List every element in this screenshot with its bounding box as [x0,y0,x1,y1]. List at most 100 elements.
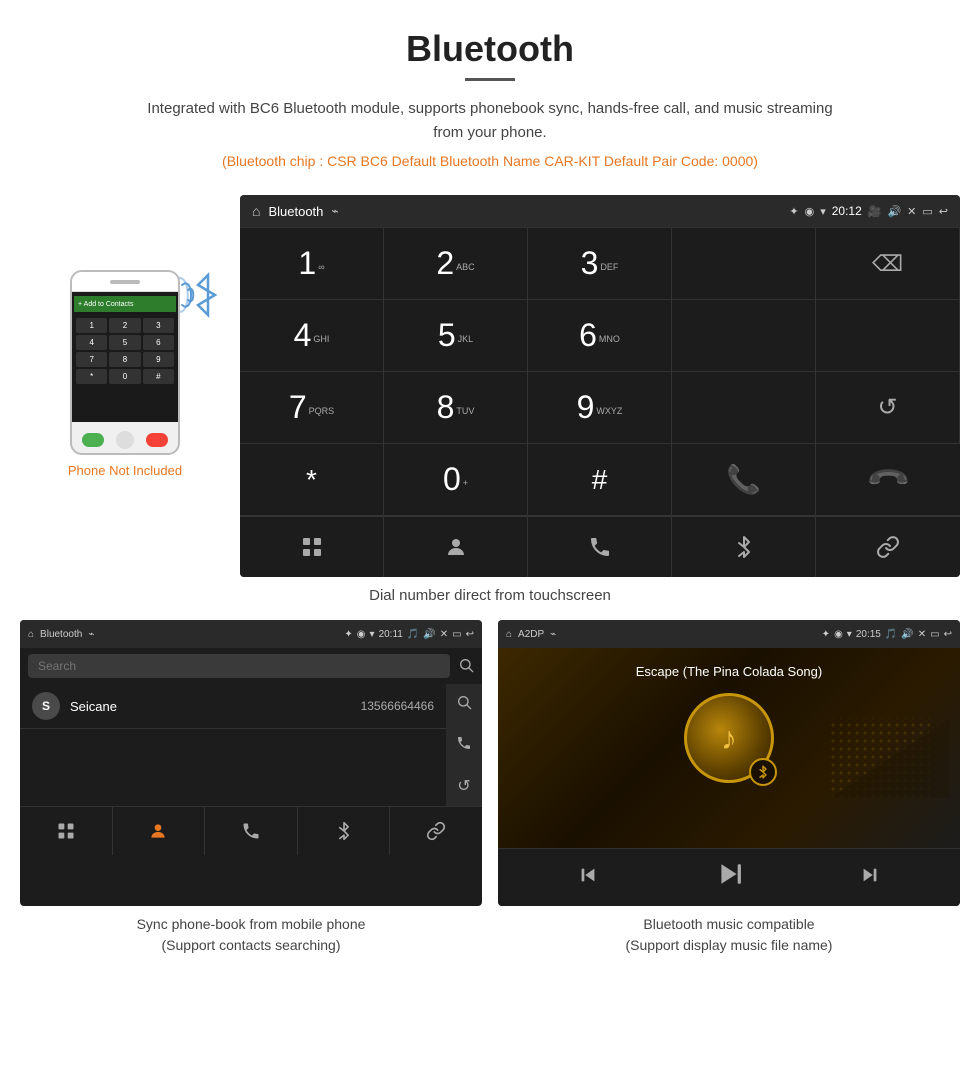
dial-end-btn[interactable]: 📞 [816,444,960,516]
page-description: Integrated with BC6 Bluetooth module, su… [140,97,840,145]
phone-icon [588,535,612,559]
dial-cell-empty-4 [672,372,816,444]
home-icon[interactable]: ⌂ [252,203,260,219]
music-play-pause-btn[interactable] [716,861,742,894]
phonebook-screen: ⌂ Bluetooth ⌁ ✦ ◉ ▾ 20:11 🎵 🔊 ✕ ▭ ↩ [20,620,482,906]
pb-contact-row[interactable]: S Seicane 13566664466 [20,684,446,729]
pb-right-search-icon[interactable] [456,694,472,715]
dialpad-grid: 1∞ 2ABC 3DEF ⌫ 4GHI 5JKL 6MNO [240,227,960,516]
usb-icon: ⌁ [331,204,338,218]
dial-key-6[interactable]: 6MNO [528,300,672,372]
volume-icon[interactable]: 🔊 [887,205,901,218]
dial-key-2[interactable]: 2ABC [384,228,528,300]
dial-key-8[interactable]: 8TUV [384,372,528,444]
page-title: Bluetooth [20,28,960,70]
music-next-btn[interactable] [859,864,881,892]
music-home-icon[interactable]: ⌂ [506,629,512,640]
dial-key-5[interactable]: 5JKL [384,300,528,372]
back-icon[interactable]: ↩ [939,205,948,218]
music-screen-icon[interactable]: ▭ [930,629,939,640]
music-song-title: Escape (The Pina Colada Song) [636,664,822,679]
music-status-bar: ⌂ A2DP ⌁ ✦ ◉ ▾ 20:15 🎵 🔊 ✕ ▭ ↩ [498,620,960,648]
phonebook-section: ⌂ Bluetooth ⌁ ✦ ◉ ▾ 20:11 🎵 🔊 ✕ ▭ ↩ [20,620,482,956]
dial-key-9[interactable]: 9WXYZ [528,372,672,444]
dial-key-4[interactable]: 4GHI [240,300,384,372]
pb-nav-contacts-active[interactable] [113,807,206,855]
pb-close-icon[interactable]: ✕ [440,629,448,640]
dial-backspace-btn[interactable]: ⌫ [816,228,960,300]
music-album-art: ♪ [684,693,774,783]
pb-status-bar: ⌂ Bluetooth ⌁ ✦ ◉ ▾ 20:11 🎵 🔊 ✕ ▭ ↩ [20,620,482,648]
dial-key-star[interactable]: * [240,444,384,516]
dial-reload-btn[interactable]: ↺ [816,372,960,444]
nav-link-btn[interactable] [816,517,960,577]
music-bt-icon: ✦ [822,629,830,640]
pb-nav-phone[interactable] [205,807,298,855]
pb-nav-apps[interactable] [20,807,113,855]
music-status-right: ✦ ◉ ▾ 20:15 🎵 🔊 ✕ ▭ ↩ [822,629,952,640]
status-left: ⌂ Bluetooth ⌁ [252,203,339,219]
dial-key-7[interactable]: 7PQRS [240,372,384,444]
dial-key-hash[interactable]: # [528,444,672,516]
dial-cell-empty-2 [672,300,816,372]
dial-cell-empty-3 [816,300,960,372]
music-back-icon[interactable]: ↩ [944,629,952,640]
phone-key: # [143,369,174,384]
music-note-icon: ♪ [721,720,737,757]
music-visualizer [830,698,950,798]
phone-key: 5 [109,335,140,350]
pb-loc-icon: ◉ [357,629,366,640]
pb-bottom-nav [20,806,482,855]
music-controls [498,848,960,906]
pb-vol-icon[interactable]: 🔊 [423,629,435,640]
pb-cam-icon: 🎵 [407,629,419,640]
music-caption: Bluetooth music compatible(Support displ… [498,914,960,956]
pb-status-right: ✦ ◉ ▾ 20:11 🎵 🔊 ✕ ▭ ↩ [344,629,474,640]
pb-nav-bt[interactable] [298,807,391,855]
nav-bluetooth-btn[interactable] [672,517,816,577]
close-icon[interactable]: ✕ [907,205,916,218]
pb-right-phone-icon[interactable] [456,735,472,756]
phone-key: 8 [109,352,140,367]
camera-icon[interactable]: 🎥 [868,205,882,218]
nav-apps-btn[interactable] [240,517,384,577]
pb-bt-icon: ✦ [344,629,352,640]
car-dial-screen: ⌂ Bluetooth ⌁ ✦ ◉ ▾ 20:12 🎥 🔊 ✕ ▭ ↩ 1∞ [240,195,960,577]
phone-top-bar [72,272,178,292]
phonebook-caption: Sync phone-book from mobile phone(Suppor… [20,914,482,956]
pb-back-icon[interactable]: ↩ [466,629,474,640]
status-time: 20:12 [832,204,862,218]
music-wifi-icon: ▾ [847,629,852,640]
pb-nav-link[interactable] [390,807,482,855]
pb-right-reload-icon[interactable]: ↺ [457,776,470,796]
bluetooth-specs: (Bluetooth chip : CSR BC6 Default Blueto… [20,153,960,169]
dial-caption: Dial number direct from touchscreen [0,587,980,604]
phone-key: 3 [143,318,174,333]
main-section: + Add to Contacts 1 2 3 4 5 6 7 8 9 * 0 [0,195,980,577]
dial-bottom-nav [240,516,960,577]
screen-icon[interactable]: ▭ [922,205,932,218]
music-prev-btn[interactable] [577,864,599,892]
pb-home-icon[interactable]: ⌂ [28,629,34,640]
status-right: ✦ ◉ ▾ 20:12 🎥 🔊 ✕ ▭ ↩ [789,204,948,218]
bt-status-icon: ✦ [789,205,798,218]
pb-search-bar [20,648,482,684]
dial-call-btn[interactable]: 📞 [672,444,816,516]
pb-screen-icon[interactable]: ▭ [452,629,461,640]
music-close-icon[interactable]: ✕ [918,629,926,640]
nav-contacts-btn[interactable] [384,517,528,577]
contact-number: 13566664466 [361,699,434,713]
album-bt-icon [749,758,777,786]
pb-search-input[interactable] [28,654,450,678]
pb-wifi-icon: ▾ [370,629,375,640]
dial-key-3[interactable]: 3DEF [528,228,672,300]
dial-key-0[interactable]: 0+ [384,444,528,516]
phone-key: 0 [109,369,140,384]
music-vol-icon[interactable]: 🔊 [901,629,913,640]
phone-key: 4 [76,335,107,350]
dial-key-1[interactable]: 1∞ [240,228,384,300]
nav-phone-btn[interactable] [528,517,672,577]
music-main: Escape (The Pina Colada Song) ♪ [498,648,960,848]
pb-search-icon[interactable] [458,657,474,676]
wifi-icon: ▾ [820,205,826,218]
